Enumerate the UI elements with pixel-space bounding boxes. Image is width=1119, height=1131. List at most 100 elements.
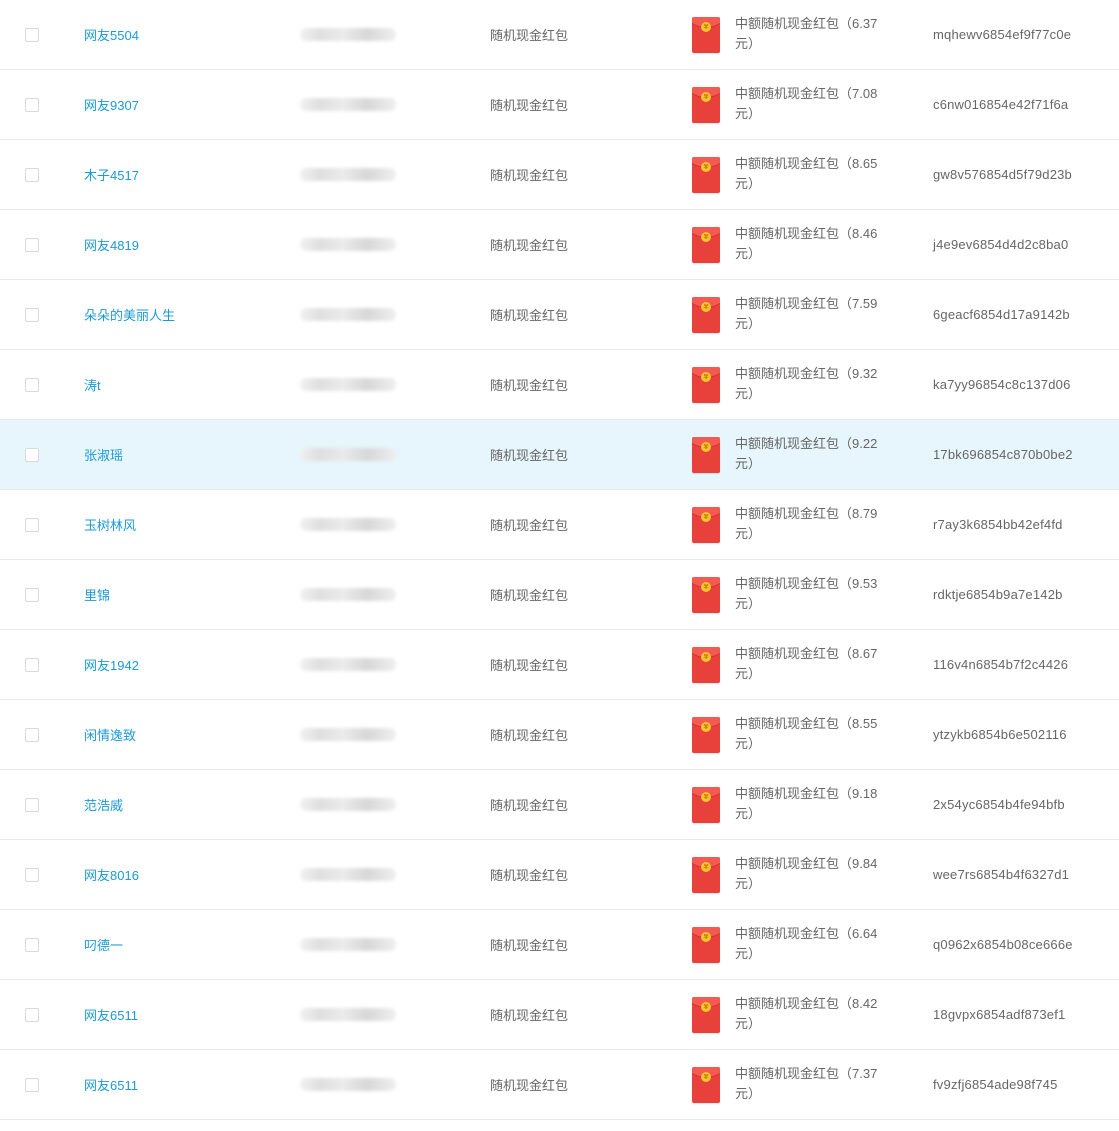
red-envelope-icon: ¥	[692, 786, 720, 823]
user-name-link[interactable]: 涛t	[84, 375, 101, 394]
table-row[interactable]: 网友6511 随机现金红包 ¥ 中额随机现金红包（8.42元） 18gvpx68…	[0, 980, 1119, 1050]
table-row[interactable]: 叼德一 随机现金红包 ¥ 中额随机现金红包（6.64元） q0962x6854b…	[0, 910, 1119, 980]
table-row[interactable]: 朵朵的美丽人生 随机现金红包 ¥ 中额随机现金红包（7.59元） 6geacf6…	[0, 280, 1119, 350]
redeem-code: wee7rs6854b4f6327d1	[933, 867, 1070, 882]
row-checkbox[interactable]	[25, 1007, 39, 1022]
row-checkbox[interactable]	[25, 937, 39, 952]
row-checkbox[interactable]	[25, 797, 39, 812]
code-cell: j4e9ev6854d4d2c8ba0	[933, 210, 1068, 279]
blurred-phone-number	[300, 308, 396, 321]
envelope-cell: ¥	[692, 280, 720, 349]
checkbox-cell	[25, 700, 39, 769]
row-checkbox[interactable]	[25, 307, 39, 322]
prize-description: 中额随机现金红包（7.08元）	[735, 85, 878, 121]
table-row[interactable]: 范浩威 随机现金红包 ¥ 中额随机现金红包（9.18元） 2x54yc6854b…	[0, 770, 1119, 840]
user-name-link[interactable]: 里锦	[84, 585, 110, 604]
prize-description: 中额随机现金红包（9.32元）	[735, 365, 878, 401]
prize-type-label: 随机现金红包	[490, 868, 569, 883]
prize-description: 中额随机现金红包（6.64元）	[735, 925, 878, 961]
prize-cell: 中额随机现金红包（6.64元）	[735, 910, 895, 979]
blurred-phone-number	[300, 378, 396, 391]
prize-cell: 中额随机现金红包（7.37元）	[735, 1050, 895, 1119]
row-checkbox[interactable]	[25, 587, 39, 602]
prize-type-label: 随机现金红包	[490, 728, 569, 743]
checkbox-cell	[25, 770, 39, 839]
red-envelope-icon: ¥	[692, 996, 720, 1033]
row-checkbox[interactable]	[25, 727, 39, 742]
phone-cell	[300, 140, 396, 209]
table-row[interactable]: 网友8016 随机现金红包 ¥ 中额随机现金红包（9.84元） wee7rs68…	[0, 840, 1119, 910]
envelope-cell: ¥	[692, 700, 720, 769]
prize-description: 中额随机现金红包（7.37元）	[735, 1065, 878, 1101]
user-name-link[interactable]: 网友8016	[84, 865, 139, 884]
type-cell: 随机现金红包	[490, 770, 568, 839]
phone-cell	[300, 840, 396, 909]
user-name-link[interactable]: 网友6511	[84, 1005, 138, 1024]
table-row[interactable]: 网友4819 随机现金红包 ¥ 中额随机现金红包（8.46元） j4e9ev68…	[0, 210, 1119, 280]
prize-description: 中额随机现金红包（8.55元）	[735, 715, 878, 751]
user-name-link[interactable]: 张淑瑶	[84, 445, 123, 464]
row-checkbox[interactable]	[25, 167, 39, 182]
row-checkbox[interactable]	[25, 867, 39, 882]
user-name-link[interactable]: 叼德一	[84, 935, 123, 954]
type-cell: 随机现金红包	[490, 140, 568, 209]
user-name-link[interactable]: 网友5504	[84, 25, 139, 44]
table-row[interactable]: 闲情逸致 随机现金红包 ¥ 中额随机现金红包（8.55元） ytzykb6854…	[0, 700, 1119, 770]
row-checkbox[interactable]	[25, 377, 39, 392]
name-cell: 网友8016	[84, 840, 139, 909]
coin-icon: ¥	[701, 301, 711, 312]
row-checkbox[interactable]	[25, 447, 39, 462]
name-cell: 网友6511	[84, 1050, 138, 1119]
name-cell: 朵朵的美丽人生	[84, 280, 175, 349]
user-name-link[interactable]: 木子4517	[84, 165, 139, 184]
prize-type-label: 随机现金红包	[490, 238, 569, 253]
prize-cell: 中额随机现金红包（9.18元）	[735, 770, 895, 839]
table-row[interactable]: 网友5504 随机现金红包 ¥ 中额随机现金红包（6.37元） mqhewv68…	[0, 0, 1119, 70]
envelope-cell: ¥	[692, 350, 720, 419]
prize-cell: 中额随机现金红包（8.42元）	[735, 980, 895, 1049]
table-row[interactable]: 网友1942 随机现金红包 ¥ 中额随机现金红包（8.67元） 116v4n68…	[0, 630, 1119, 700]
row-checkbox[interactable]	[25, 657, 39, 672]
checkbox-cell	[25, 630, 39, 699]
row-checkbox[interactable]	[25, 237, 39, 252]
row-checkbox[interactable]	[25, 97, 39, 112]
user-name-link[interactable]: 范浩威	[84, 795, 123, 814]
prize-type-label: 随机现金红包	[490, 588, 569, 603]
prize-description: 中额随机现金红包（8.42元）	[735, 995, 878, 1031]
user-name-link[interactable]: 网友1942	[84, 655, 139, 674]
table-row[interactable]: 网友9307 随机现金红包 ¥ 中额随机现金红包（7.08元） c6nw0168…	[0, 70, 1119, 140]
user-name-link[interactable]: 玉树林风	[84, 515, 136, 534]
user-name-link[interactable]: 朵朵的美丽人生	[84, 305, 175, 324]
prize-type-label: 随机现金红包	[490, 518, 569, 533]
red-envelope-icon: ¥	[692, 16, 720, 53]
type-cell: 随机现金红包	[490, 560, 568, 629]
table-row[interactable]: 张淑瑶 随机现金红包 ¥ 中额随机现金红包（9.22元） 17bk696854c…	[0, 420, 1119, 490]
code-cell: 116v4n6854b7f2c4426	[933, 630, 1068, 699]
table-row[interactable]: 玉树林风 随机现金红包 ¥ 中额随机现金红包（8.79元） r7ay3k6854…	[0, 490, 1119, 560]
prize-description: 中额随机现金红包（9.53元）	[735, 575, 878, 611]
row-checkbox[interactable]	[25, 517, 39, 532]
red-envelope-icon: ¥	[692, 1066, 720, 1103]
coin-icon: ¥	[701, 861, 711, 872]
name-cell: 玉树林风	[84, 490, 136, 559]
phone-cell	[300, 630, 396, 699]
user-name-link[interactable]: 网友4819	[84, 235, 139, 254]
red-envelope-icon: ¥	[692, 156, 720, 193]
user-name-link[interactable]: 网友6511	[84, 1075, 138, 1094]
table-row[interactable]: 里锦 随机现金红包 ¥ 中额随机现金红包（9.53元） rdktje6854b9…	[0, 560, 1119, 630]
coin-icon: ¥	[701, 581, 711, 592]
row-checkbox[interactable]	[25, 27, 39, 42]
red-envelope-icon: ¥	[692, 86, 720, 123]
envelope-cell: ¥	[692, 560, 720, 629]
table-row[interactable]: 涛t 随机现金红包 ¥ 中额随机现金红包（9.32元） ka7yy96854c8…	[0, 350, 1119, 420]
checkbox-cell	[25, 70, 39, 139]
user-name-link[interactable]: 网友9307	[84, 95, 139, 114]
prize-cell: 中额随机现金红包（8.55元）	[735, 700, 895, 769]
prize-cell: 中额随机现金红包（9.32元）	[735, 350, 895, 419]
table-row[interactable]: 网友6511 随机现金红包 ¥ 中额随机现金红包（7.37元） fv9zfj68…	[0, 1050, 1119, 1120]
phone-cell	[300, 490, 396, 559]
table-row[interactable]: 木子4517 随机现金红包 ¥ 中额随机现金红包（8.65元） gw8v5768…	[0, 140, 1119, 210]
user-name-link[interactable]: 闲情逸致	[84, 725, 136, 744]
name-cell: 张淑瑶	[84, 420, 123, 489]
row-checkbox[interactable]	[25, 1077, 39, 1092]
